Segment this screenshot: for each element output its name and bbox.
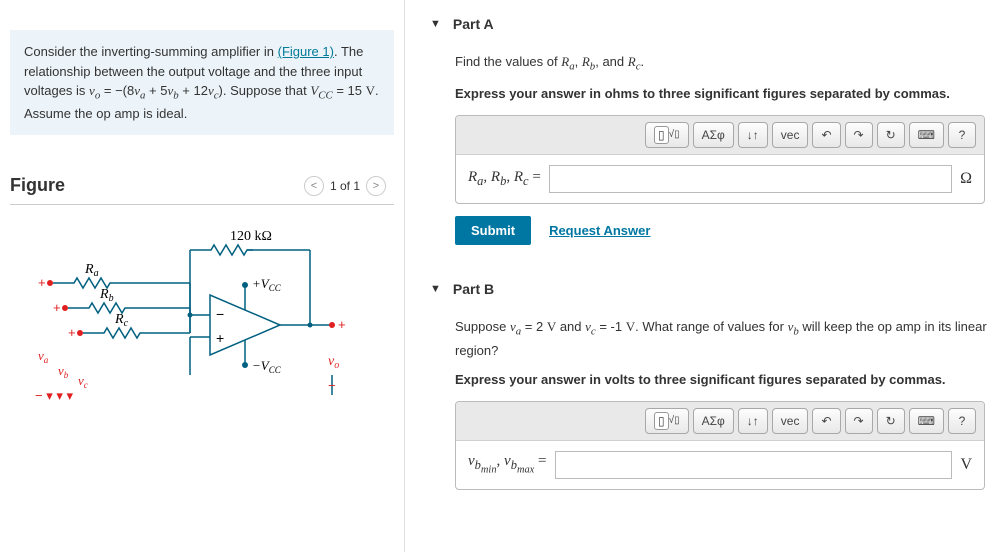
reset-button[interactable]: ↻ [877,122,905,148]
vo-label: vo [328,354,339,371]
svg-text:+: + [38,275,46,290]
svg-text:+: + [216,330,224,346]
figure-page-indicator: 1 of 1 [330,179,360,193]
rc-label: Rc [114,312,129,329]
figure-title: Figure [10,175,65,196]
figure-link[interactable]: (Figure 1) [278,44,334,59]
vc-label: vc [78,373,88,390]
part-a-var-label: Ra, Rb, Rc = [468,169,541,189]
help-button[interactable]: ? [948,408,976,434]
part-b-unit: V [960,456,972,474]
svg-text:+: + [68,325,76,340]
part-a-unit: Ω [960,170,972,188]
undo-button[interactable]: ↶ [812,408,840,434]
part-b-input[interactable] [555,451,953,479]
redo-button[interactable]: ↷ [845,122,873,148]
svg-text:−: − [328,378,336,393]
keyboard-button[interactable]: ⌨ [909,122,944,148]
svg-text:−: − [216,306,224,322]
formula-toolbar: ▯▯√▯√▯ ΑΣφ ↓↑ vec ↶ ↷ ↻ ⌨ ? [456,116,984,155]
prompt-text-1: Consider the inverting-summing amplifier… [24,44,278,59]
part-b-answer-box: ▯√▯ ΑΣφ ↓↑ vec ↶ ↷ ↻ ⌨ ? vbmin, vbmax = … [455,401,985,490]
part-a-instruction: Express your answer in ohms to three sig… [455,86,1001,101]
part-a-input[interactable] [549,165,952,193]
part-b-var-label: vbmin, vbmax = [468,453,547,476]
circuit-diagram: 120 kΩ Ra + Rb [20,225,360,425]
redo-button[interactable]: ↷ [845,408,873,434]
figure-viewport: 120 kΩ Ra + Rb [10,204,394,484]
svg-text:+: + [338,317,346,332]
reset-button[interactable]: ↻ [877,408,905,434]
feedback-resistor-label: 120 kΩ [230,229,272,244]
undo-button[interactable]: ↶ [812,122,840,148]
figure-prev-button[interactable]: < [304,176,324,196]
part-a-request-answer-link[interactable]: Request Answer [549,223,650,238]
part-b-instruction: Express your answer in volts to three si… [455,372,1001,387]
rb-label: Rb [99,287,114,304]
part-b-header[interactable]: ▼ Part B [430,275,1001,303]
keyboard-button[interactable]: ⌨ [909,408,944,434]
plus-vcc-label: +VCC [252,276,282,293]
vec-button[interactable]: vec [772,122,809,148]
templates-button[interactable]: ▯▯√▯√▯ [645,122,689,148]
greek-button[interactable]: ΑΣφ [693,122,734,148]
svg-text:+: + [53,300,61,315]
caret-down-icon: ▼ [430,18,441,30]
va-label: va [38,348,49,365]
part-a-header[interactable]: ▼ Part A [430,10,1001,38]
caret-down-icon: ▼ [430,283,441,295]
part-a-submit-button[interactable]: Submit [455,216,531,245]
figure-next-button[interactable]: > [366,176,386,196]
templates-button[interactable]: ▯√▯ [645,408,689,434]
part-a-title: Part A [453,16,494,32]
ra-label: Ra [84,262,99,279]
part-a-question: Find the values of Ra, Rb, and Rc. [455,52,1001,76]
vb-label: vb [58,363,69,380]
problem-prompt: Consider the inverting-summing amplifier… [10,30,394,135]
greek-button[interactable]: ΑΣφ [693,408,734,434]
subscript-button[interactable]: ↓↑ [738,122,768,148]
vec-button[interactable]: vec [772,408,809,434]
part-b-title: Part B [453,281,494,297]
help-button[interactable]: ? [948,122,976,148]
subscript-button[interactable]: ↓↑ [738,408,768,434]
part-a-answer-box: ▯▯√▯√▯ ΑΣφ ↓↑ vec ↶ ↷ ↻ ⌨ ? Ra, Rb, Rc =… [455,115,985,204]
formula-toolbar-b: ▯√▯ ΑΣφ ↓↑ vec ↶ ↷ ↻ ⌨ ? [456,402,984,441]
part-b-question: Suppose va = 2 V and vc = -1 V. What ran… [455,317,1001,362]
svg-text:− ▾ ▾ ▾: − ▾ ▾ ▾ [35,388,73,403]
minus-vcc-label: −VCC [252,358,282,375]
